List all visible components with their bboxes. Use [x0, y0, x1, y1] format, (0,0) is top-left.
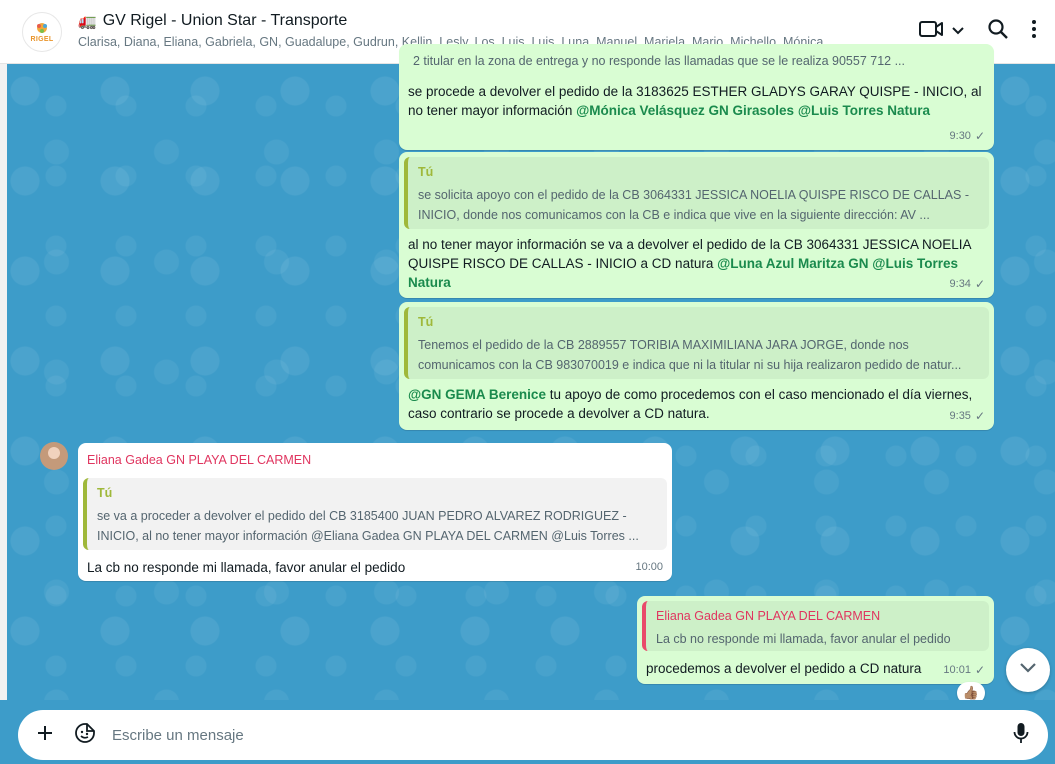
sticker-icon [74, 722, 96, 749]
more-options-button[interactable] [1031, 19, 1037, 44]
chevron-down-icon [951, 23, 965, 41]
composer-box [18, 710, 1048, 760]
single-check-icon: ✓ [974, 129, 985, 143]
chevron-down-icon [1019, 661, 1037, 679]
natura-logo-icon [33, 21, 51, 35]
composer-bar [0, 700, 1055, 764]
quote-author: Eliana Gadea GN PLAYA DEL CARMEN [656, 609, 881, 623]
quoted-message[interactable]: Tú Tenemos el pedido de la CB 2889557 TO… [404, 307, 989, 379]
video-call-button[interactable] [919, 19, 965, 44]
message-meta: 10:00 [635, 558, 663, 577]
message-time: 9:34 [949, 278, 971, 290]
message-input[interactable] [112, 726, 1004, 744]
message-time: 9:35 [949, 410, 971, 422]
single-check-icon: ✓ [974, 409, 985, 423]
quote-author: Tú [418, 315, 434, 329]
sender-name[interactable]: Eliana Gadea GN PLAYA DEL CARMEN [78, 443, 672, 470]
message-time: 9:30 [949, 130, 971, 142]
message-text: al no tener mayor información se va a de… [399, 229, 994, 292]
message-text: @GN GEMA Berenice tu apoyo de como proce… [399, 379, 994, 423]
attach-button[interactable] [28, 718, 62, 752]
quote-text: Tenemos el pedido de la CB 2889557 TORIB… [418, 338, 962, 372]
sender-avatar[interactable] [40, 442, 68, 470]
plus-icon [36, 724, 54, 747]
mention[interactable]: @Luna Azul Maritza GN [717, 256, 868, 271]
group-title: GV Rigel - Union Star - Transporte [102, 12, 348, 29]
message-bubble-outgoing[interactable]: Eliana Gadea GN PLAYA DEL CARMEN La cb n… [637, 596, 994, 684]
message-text: se procede a devolver el pedido de la 31… [399, 68, 994, 120]
left-panel-edge [0, 64, 7, 700]
message-bubble-outgoing[interactable]: Tú se solicita apoyo con el pedido de la… [399, 152, 994, 298]
single-check-icon: ✓ [974, 277, 985, 291]
quoted-message[interactable]: Tú se va a proceder a devolver el pedido… [83, 478, 667, 550]
quoted-message[interactable]: Tú se solicita apoyo con el pedido de la… [404, 157, 989, 229]
quote-author: Tú [97, 486, 113, 500]
quote-text: se va a proceder a devolver el pedido de… [97, 509, 639, 543]
quoted-message[interactable]: Eliana Gadea GN PLAYA DEL CARMEN La cb n… [642, 601, 989, 651]
quote-author: Tú [418, 165, 434, 179]
quote-text: La cb no responde mi llamada, favor anul… [656, 632, 951, 646]
message-meta: 9:34 ✓ [950, 275, 985, 294]
group-avatar[interactable]: RIGEL [22, 12, 62, 52]
search-icon [987, 18, 1009, 45]
message-text: procedemos a devolver el pedido a CD nat… [646, 661, 922, 676]
video-call-icon [919, 19, 945, 44]
voice-message-button[interactable] [1004, 718, 1038, 752]
truck-emoji: 🚛 [78, 12, 97, 30]
message-bubble-outgoing[interactable]: 2 titular en la zona de entrega y no res… [399, 44, 994, 150]
message-bubble-incoming[interactable]: Eliana Gadea GN PLAYA DEL CARMEN Tú se v… [78, 443, 672, 581]
scroll-to-bottom-button[interactable] [1006, 648, 1050, 692]
microphone-icon [1013, 722, 1029, 749]
message-text: La cb no responde mi llamada, favor anul… [87, 560, 406, 575]
message-meta: 9:30 ✓ [950, 127, 985, 146]
mention[interactable]: @Mónica Velásquez GN Girasoles [576, 103, 794, 118]
message-meta: 9:35 ✓ [950, 407, 985, 426]
message-partial-quote: 2 titular en la zona de entrega y no res… [413, 54, 905, 68]
quote-text: se solicita apoyo con el pedido de la CB… [418, 188, 969, 222]
more-options-icon [1031, 19, 1037, 44]
mention[interactable]: @GN GEMA Berenice [408, 387, 546, 402]
sticker-button[interactable] [68, 718, 102, 752]
message-meta: 10:01 ✓ [943, 661, 985, 680]
message-bubble-outgoing[interactable]: Tú Tenemos el pedido de la CB 2889557 TO… [399, 302, 994, 430]
single-check-icon: ✓ [974, 663, 985, 677]
group-avatar-text: RIGEL [30, 36, 54, 43]
message-time: 10:00 [635, 561, 663, 573]
mention[interactable]: @Luis Torres Natura [798, 103, 930, 118]
message-time: 10:01 [943, 664, 971, 676]
search-button[interactable] [987, 18, 1009, 45]
